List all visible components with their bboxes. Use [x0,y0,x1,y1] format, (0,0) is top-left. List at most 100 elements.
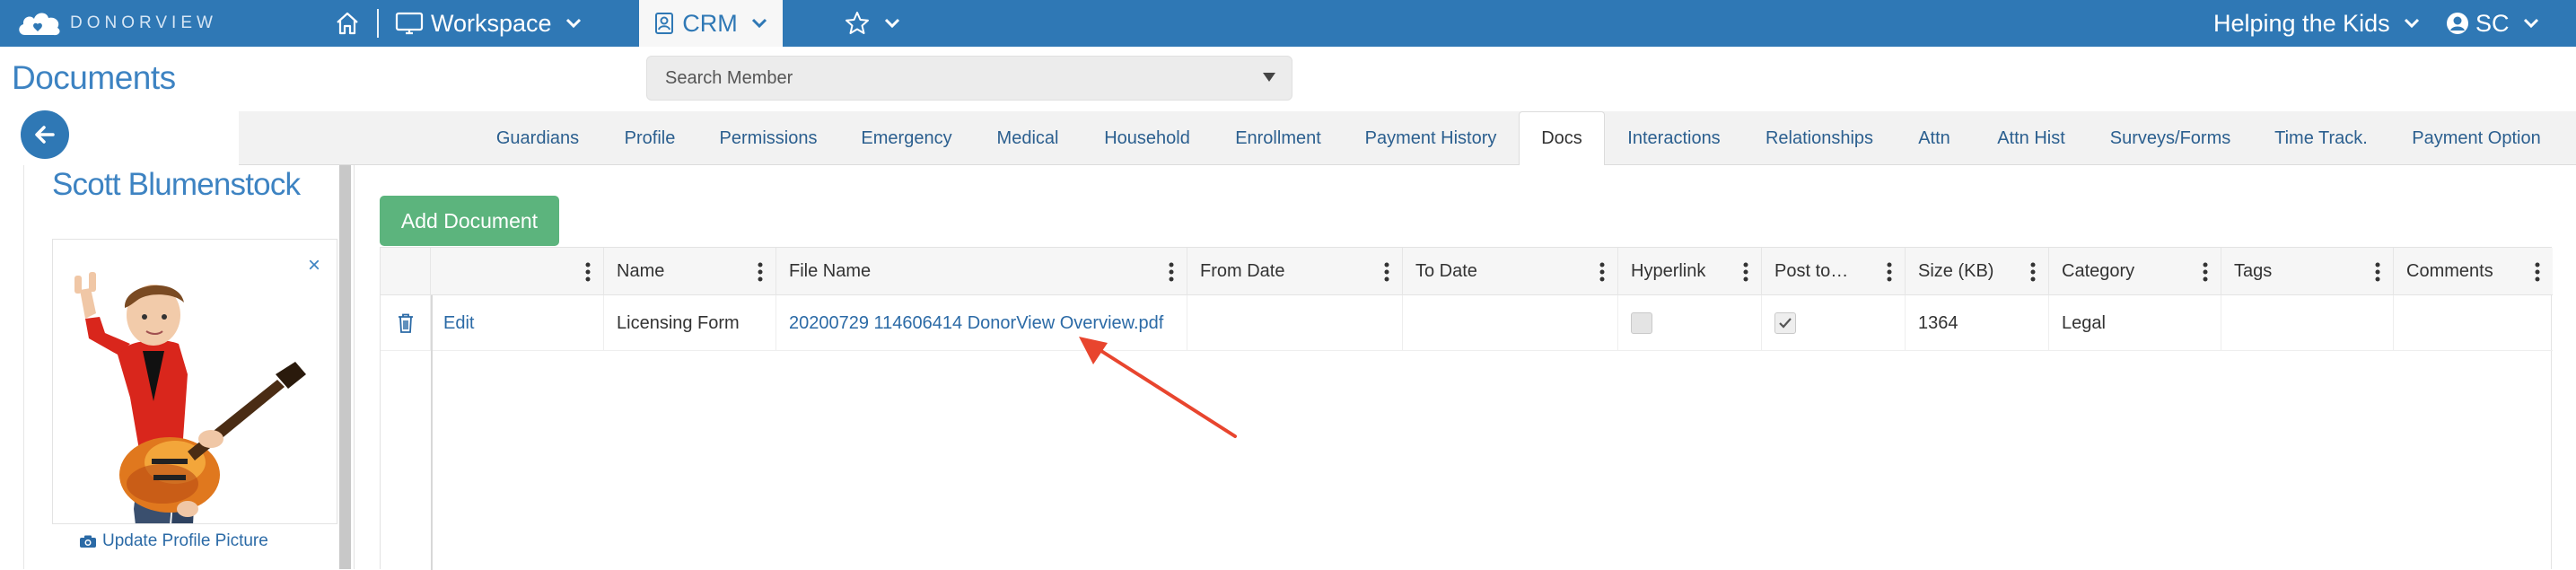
header-delete-col [381,248,431,295]
header-hyperlink-label: Hyperlink [1631,261,1706,281]
header-size[interactable]: Size (KB) [1906,248,2049,295]
kebab-icon[interactable] [2375,262,2380,282]
top-navbar: DONORVIEW Workspace CRM Helping the Kids… [0,0,2576,47]
file-name-link[interactable]: 20200729 114606414 DonorView Overview.pd… [789,313,1163,334]
header-post-to[interactable]: Post to… [1762,248,1906,295]
monitor-icon [395,12,424,35]
header-hyperlink[interactable]: Hyperlink [1618,248,1762,295]
header-comments-label: Comments [2406,261,2493,281]
header-to-date[interactable]: To Date [1403,248,1618,295]
user-menu[interactable]: SC [2445,0,2540,47]
to-date-cell [1403,295,1618,351]
edit-link[interactable]: Edit [443,313,474,334]
trash-icon[interactable] [397,312,415,334]
home-button[interactable] [334,0,361,47]
kebab-icon[interactable] [1887,262,1892,282]
kebab-icon[interactable] [585,262,591,282]
kebab-icon[interactable] [758,262,763,282]
crm-menu[interactable]: CRM [639,0,783,47]
table-row: Edit Licensing Form 20200729 114606414 D… [381,295,2553,351]
tab-permissions[interactable]: Permissions [709,111,828,165]
header-category-label: Category [2062,261,2135,281]
tab-interactions[interactable]: Interactions [1616,111,1732,165]
donorview-logo[interactable]: DONORVIEW [16,7,217,39]
tab-enrollment[interactable]: Enrollment [1222,111,1334,165]
post-to-checkbox[interactable] [1774,312,1796,334]
documents-grid: Name File Name From Date To Date Hyperli… [380,247,2553,570]
kebab-icon[interactable] [2203,262,2208,282]
header-comments[interactable]: Comments [2394,248,2553,295]
grid-header: Name File Name From Date To Date Hyperli… [381,248,2553,295]
tab-household[interactable]: Household [1090,111,1205,165]
search-placeholder: Search Member [665,67,793,88]
header-from-date-label: From Date [1200,261,1285,281]
tab-surveys-forms[interactable]: Surveys/Forms [2098,111,2242,165]
member-name: Scott Blumenstock [52,167,301,202]
cloud-logo-icon [19,13,60,36]
tab-payment-option[interactable]: Payment Option [2400,111,2553,165]
header-category[interactable]: Category [2049,248,2221,295]
back-button[interactable] [21,110,69,159]
edit-cell: Edit [431,295,604,351]
chevron-down-icon [2523,18,2538,29]
delete-cell [381,295,431,351]
tab-time-track[interactable]: Time Track. [2260,111,2382,165]
tab-payment-history[interactable]: Payment History [1352,111,1510,165]
update-profile-picture-label: Update Profile Picture [102,531,268,550]
chevron-down-icon [2404,18,2419,29]
tab-guardians[interactable]: Guardians [478,111,598,165]
remove-photo-close-icon[interactable]: × [308,255,320,276]
tab-relationships[interactable]: Relationships [1752,111,1887,165]
user-initials: SC [2475,9,2510,37]
kebab-icon[interactable] [1743,262,1748,282]
kebab-icon[interactable] [1384,262,1389,282]
tab-profile[interactable]: Profile [610,111,689,165]
chevron-down-icon [565,18,581,29]
tab-attn[interactable]: Attn [1905,111,1964,165]
header-size-label: Size (KB) [1918,261,1994,281]
profile-panel-scrollbar[interactable] [339,165,351,569]
checkmark-icon [1779,318,1792,329]
favorites-menu[interactable] [844,0,901,47]
header-name[interactable]: Name [604,248,776,295]
add-document-button[interactable]: Add Document [380,196,559,246]
workspace-menu[interactable]: Workspace [395,0,583,47]
tab-attn-hist[interactable]: Attn Hist [1982,111,2081,165]
member-search-select[interactable]: Search Member [646,56,1292,101]
header-tags-label: Tags [2234,261,2273,281]
tab-emergency[interactable]: Emergency [847,111,966,165]
search-caret-icon [1263,73,1275,82]
crm-icon [655,13,674,34]
hyperlink-cell [1618,295,1762,351]
crm-label: CRM [682,9,738,37]
header-name-label: Name [617,261,665,281]
name-cell: Licensing Form [604,295,776,351]
header-tags[interactable]: Tags [2221,248,2394,295]
kebab-icon[interactable] [1599,262,1605,282]
nav-separator [377,9,379,38]
update-profile-picture-link[interactable]: Update Profile Picture [79,531,268,551]
post-to-cell [1762,295,1906,351]
organization-label: Helping the Kids [2213,9,2390,37]
size-cell: 1364 [1906,295,2049,351]
profile-photo [52,239,337,524]
star-icon [846,12,869,34]
workspace-label: Workspace [431,9,552,37]
page-title: Documents [12,59,176,96]
user-circle-icon [2447,13,2468,34]
tab-medical[interactable]: Medical [984,111,1072,165]
kebab-icon[interactable] [2535,262,2540,282]
hyperlink-checkbox[interactable] [1631,312,1652,334]
category-cell: Legal [2049,295,2221,351]
camera-icon [80,535,96,548]
kebab-icon[interactable] [1169,262,1174,282]
kebab-icon[interactable] [2030,262,2036,282]
chevron-down-icon [884,18,900,29]
organization-menu[interactable]: Helping the Kids [2213,0,2421,47]
header-from-date[interactable]: From Date [1187,248,1403,295]
annotation-arrow [1079,337,1237,438]
tab-docs[interactable]: Docs [1519,111,1605,166]
header-action-col[interactable] [431,248,604,295]
header-file-name[interactable]: File Name [776,248,1187,295]
tags-cell [2221,295,2394,351]
